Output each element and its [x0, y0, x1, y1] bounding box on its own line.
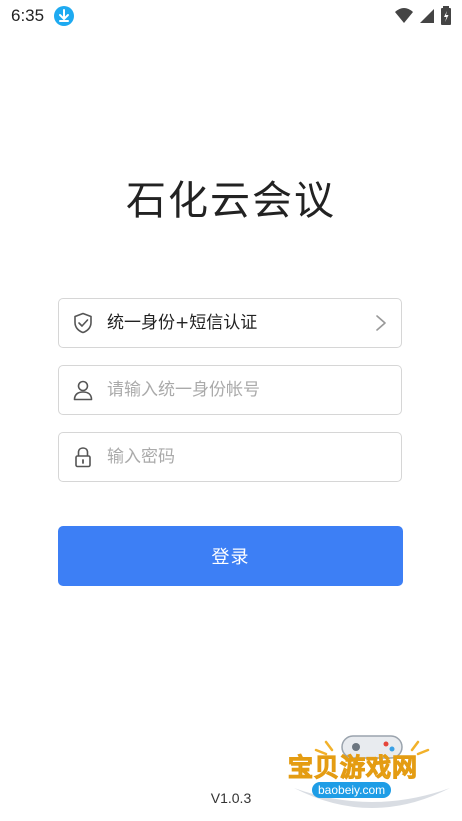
status-icons: [394, 6, 452, 26]
app-title: 石化云会议: [126, 178, 336, 224]
status-bar: 6:35: [0, 0, 462, 32]
username-field: [58, 365, 402, 415]
cell-signal-icon: [419, 9, 434, 23]
login-button[interactable]: 登录: [58, 526, 403, 586]
password-input[interactable]: [107, 433, 387, 481]
wifi-icon: [394, 8, 413, 23]
user-icon: [73, 380, 93, 401]
watermark-text: 宝贝游戏网: [287, 753, 419, 783]
shield-check-icon: [74, 312, 92, 334]
password-field: [58, 432, 402, 482]
username-input[interactable]: [107, 366, 387, 414]
chevron-right-icon: [376, 315, 386, 331]
battery-charging-icon: [441, 6, 451, 25]
auth-method-value: 统一身份+短信认证: [107, 313, 258, 333]
auth-method-selector[interactable]: 统一身份+短信认证: [58, 298, 402, 348]
download-notification-icon: [54, 6, 74, 26]
lock-icon: [75, 447, 91, 468]
app-version: V1.0.3: [210, 790, 252, 806]
status-time: 6:35: [11, 6, 45, 25]
